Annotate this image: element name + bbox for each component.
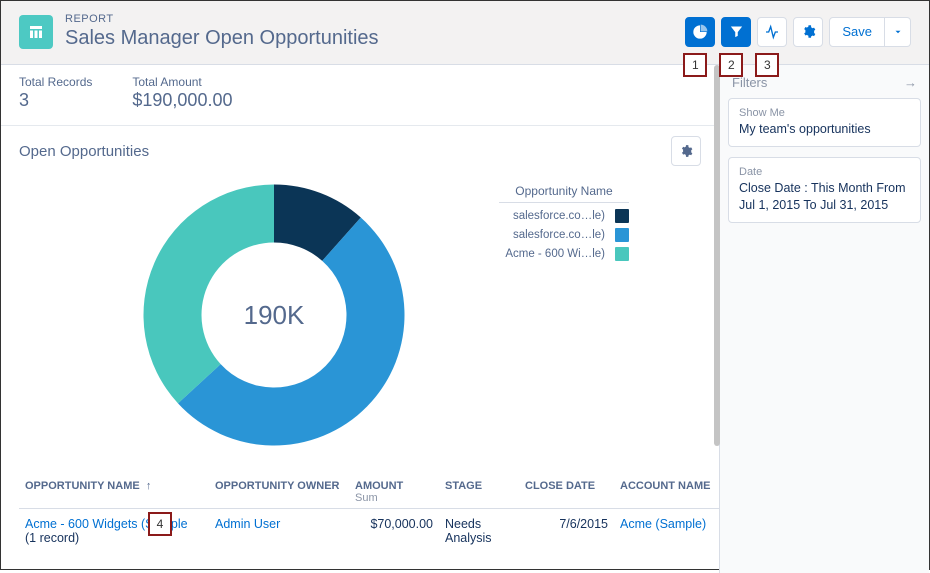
- chart-toggle-button[interactable]: [685, 17, 715, 47]
- total-records-value: 3: [19, 90, 92, 111]
- total-records-label: Total Records: [19, 75, 92, 89]
- opportunity-link[interactable]: Acme - 600 Widgets (Sample: [25, 517, 188, 531]
- save-dropdown-button[interactable]: [885, 17, 911, 47]
- total-records: Total Records 3: [19, 75, 92, 111]
- col-stage[interactable]: STAGE: [439, 472, 519, 509]
- filter-label: Show Me: [739, 107, 910, 119]
- opportunity-sub: (1 record): [25, 531, 79, 545]
- legend-label: Acme - 600 Wi…le): [499, 248, 607, 260]
- col-opportunity-owner[interactable]: OPPORTUNITY OWNER: [209, 472, 349, 509]
- chart-title: Open Opportunities: [19, 143, 149, 160]
- legend-label: salesforce.co…le): [499, 210, 607, 222]
- cell-opportunity-name[interactable]: Acme - 600 Widgets (Sample (1 record): [19, 509, 209, 554]
- legend-label: salesforce.co…le): [499, 229, 607, 241]
- total-amount-value: $190,000.00: [132, 90, 232, 111]
- legend-title: Opportunity Name: [499, 180, 629, 203]
- page-title: Sales Manager Open Opportunities: [65, 27, 673, 50]
- legend-item[interactable]: salesforce.co…le): [499, 228, 629, 242]
- body: Total Records 3 Total Amount $190,000.00…: [1, 65, 929, 573]
- settings-button[interactable]: [793, 17, 823, 47]
- legend-swatch: [615, 209, 629, 223]
- col-account-name[interactable]: ACCOUNT NAME: [614, 472, 719, 509]
- header-actions: Save 1 2 3: [685, 17, 911, 47]
- chart-legend: Opportunity Name salesforce.co…le) salesf…: [499, 180, 629, 460]
- legend-item[interactable]: salesforce.co…le): [499, 209, 629, 223]
- filter-value: Close Date : This Month From Jul 1, 2015…: [739, 180, 910, 214]
- filter-value: My team's opportunities: [739, 121, 910, 138]
- total-amount: Total Amount $190,000.00: [132, 75, 232, 111]
- report-label: REPORT: [65, 13, 673, 25]
- col-opportunity-name[interactable]: OPPORTUNITY NAME ↑: [19, 472, 209, 509]
- main-column: Total Records 3 Total Amount $190,000.00…: [1, 65, 719, 573]
- scrollbar[interactable]: [714, 65, 720, 446]
- donut-chart: 190K: [129, 170, 469, 460]
- header-titles: REPORT Sales Manager Open Opportunities: [65, 13, 673, 50]
- chart-settings-button[interactable]: [671, 136, 701, 166]
- collapse-panel-icon[interactable]: →: [904, 75, 917, 90]
- donut-center-value: 190K: [129, 170, 419, 460]
- activity-button[interactable]: [757, 17, 787, 47]
- cell-close-date: 7/6/2015: [519, 509, 614, 554]
- cell-amount: $70,000.00: [349, 509, 439, 554]
- total-amount-label: Total Amount: [132, 75, 232, 89]
- col-opportunity-name-label: OPPORTUNITY NAME: [25, 480, 140, 492]
- report-icon: [19, 15, 53, 49]
- filter-card-show-me[interactable]: Show Me My team's opportunities: [728, 98, 921, 147]
- chart-section: Open Opportunities 190K Opportunity Name…: [1, 126, 719, 472]
- filter-toggle-button[interactable]: [721, 17, 751, 47]
- sort-ascending-icon: ↑: [143, 480, 152, 492]
- filters-panel: Filters → Show Me My team's opportunitie…: [719, 65, 929, 573]
- cell-owner[interactable]: Admin User: [209, 509, 349, 554]
- filter-label: Date: [739, 166, 910, 178]
- report-table: OPPORTUNITY NAME ↑ OPPORTUNITY OWNER AMO…: [1, 472, 719, 553]
- col-close-date[interactable]: CLOSE DATE: [519, 472, 614, 509]
- table-row: Acme - 600 Widgets (Sample (1 record) Ad…: [19, 509, 719, 554]
- col-amount-label: AMOUNT: [355, 480, 403, 492]
- col-amount-sub: Sum: [355, 492, 433, 504]
- cell-stage: Needs Analysis: [439, 509, 519, 554]
- cell-account[interactable]: Acme (Sample): [614, 509, 719, 554]
- col-amount[interactable]: AMOUNT Sum: [349, 472, 439, 509]
- legend-swatch: [615, 228, 629, 242]
- filter-card-date[interactable]: Date Close Date : This Month From Jul 1,…: [728, 157, 921, 223]
- save-button[interactable]: Save: [829, 17, 885, 47]
- legend-swatch: [615, 247, 629, 261]
- legend-item[interactable]: Acme - 600 Wi…le): [499, 247, 629, 261]
- report-header: REPORT Sales Manager Open Opportunities …: [1, 1, 929, 65]
- filters-panel-header: Filters →: [728, 75, 921, 98]
- filters-panel-title: Filters: [732, 75, 767, 90]
- summary-strip: Total Records 3 Total Amount $190,000.00: [1, 65, 719, 126]
